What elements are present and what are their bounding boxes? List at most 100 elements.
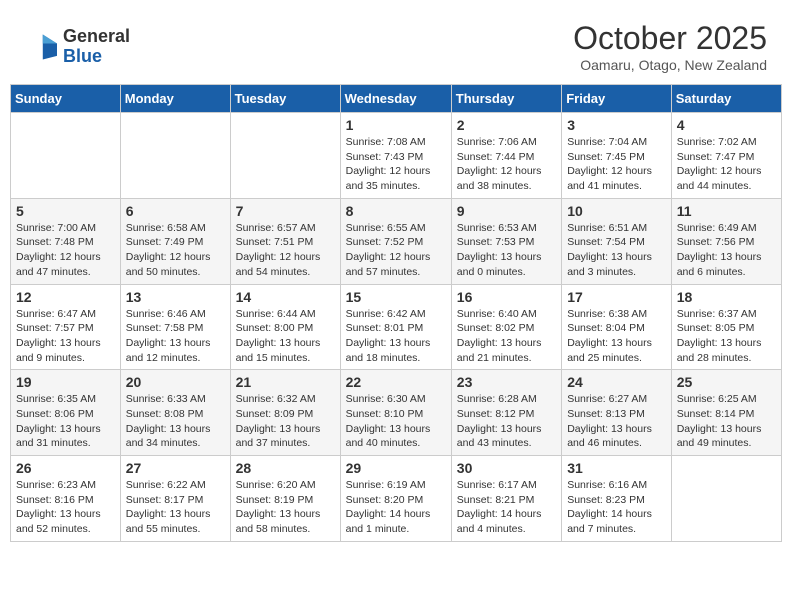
- day-cell: 8 Sunrise: 6:55 AM Sunset: 7:52 PM Daylig…: [340, 198, 451, 284]
- day-info: Sunrise: 6:32 AM Sunset: 8:09 PM Dayligh…: [236, 392, 335, 451]
- day-cell: 6Sunrise: 6:58 AM Sunset: 7:49 PM Daylig…: [120, 198, 230, 284]
- day-info: Sunrise: 6:55 AM Sunset: 7:52 PM Dayligh…: [346, 221, 446, 280]
- day-cell: [230, 113, 340, 199]
- day-cell: 4 Sunrise: 7:02 AM Sunset: 7:47 PM Daylig…: [671, 113, 781, 199]
- week-row-3: 12Sunrise: 6:47 AM Sunset: 7:57 PM Dayli…: [11, 284, 782, 370]
- day-cell: 27 Sunrise: 6:22 AM Sunset: 8:17 PM Dayli…: [120, 456, 230, 542]
- day-cell: 24 Sunrise: 6:27 AM Sunset: 8:13 PM Dayli…: [562, 370, 672, 456]
- day-number: 15: [346, 289, 446, 305]
- day-number: 16: [457, 289, 556, 305]
- day-info: Sunrise: 7:06 AM Sunset: 7:44 PM Dayligh…: [457, 135, 556, 194]
- day-cell: 17 Sunrise: 6:38 AM Sunset: 8:04 PM Dayli…: [562, 284, 672, 370]
- day-number: 13: [126, 289, 225, 305]
- day-cell: 3 Sunrise: 7:04 AM Sunset: 7:45 PM Daylig…: [562, 113, 672, 199]
- day-cell: 12Sunrise: 6:47 AM Sunset: 7:57 PM Dayli…: [11, 284, 121, 370]
- day-number: 2: [457, 117, 556, 133]
- header-wednesday: Wednesday: [340, 85, 451, 113]
- day-cell: 26Sunrise: 6:23 AM Sunset: 8:16 PM Dayli…: [11, 456, 121, 542]
- day-number: 17: [567, 289, 666, 305]
- day-number: 3: [567, 117, 666, 133]
- calendar-table: SundayMondayTuesdayWednesdayThursdayFrid…: [10, 84, 782, 542]
- day-number: 10: [567, 203, 666, 219]
- location-text: Oamaru, Otago, New Zealand: [573, 57, 767, 73]
- week-row-2: 5 Sunrise: 7:00 AM Sunset: 7:48 PM Daylig…: [11, 198, 782, 284]
- day-cell: 10 Sunrise: 6:51 AM Sunset: 7:54 PM Dayli…: [562, 198, 672, 284]
- day-number: 5: [16, 203, 115, 219]
- day-cell: 31Sunrise: 6:16 AM Sunset: 8:23 PM Dayli…: [562, 456, 672, 542]
- day-cell: 14 Sunrise: 6:44 AM Sunset: 8:00 PM Dayli…: [230, 284, 340, 370]
- day-number: 12: [16, 289, 115, 305]
- day-number: 24: [567, 374, 666, 390]
- day-number: 25: [677, 374, 776, 390]
- day-info: Sunrise: 6:44 AM Sunset: 8:00 PM Dayligh…: [236, 307, 335, 366]
- day-info: Sunrise: 7:04 AM Sunset: 7:45 PM Dayligh…: [567, 135, 666, 194]
- day-cell: 25 Sunrise: 6:25 AM Sunset: 8:14 PM Dayli…: [671, 370, 781, 456]
- day-info: Sunrise: 6:30 AM Sunset: 8:10 PM Dayligh…: [346, 392, 446, 451]
- day-info: Sunrise: 7:02 AM Sunset: 7:47 PM Dayligh…: [677, 135, 776, 194]
- day-info: Sunrise: 6:49 AM Sunset: 7:56 PM Dayligh…: [677, 221, 776, 280]
- day-cell: 30 Sunrise: 6:17 AM Sunset: 8:21 PM Dayli…: [451, 456, 561, 542]
- day-cell: 16 Sunrise: 6:40 AM Sunset: 8:02 PM Dayli…: [451, 284, 561, 370]
- day-number: 9: [457, 203, 556, 219]
- day-info: Sunrise: 6:35 AM Sunset: 8:06 PM Dayligh…: [16, 392, 115, 451]
- day-info: Sunrise: 6:51 AM Sunset: 7:54 PM Dayligh…: [567, 221, 666, 280]
- header-friday: Friday: [562, 85, 672, 113]
- day-number: 29: [346, 460, 446, 476]
- day-info: Sunrise: 6:46 AM Sunset: 7:58 PM Dayligh…: [126, 307, 225, 366]
- day-number: 7: [236, 203, 335, 219]
- day-cell: 13 Sunrise: 6:46 AM Sunset: 7:58 PM Dayli…: [120, 284, 230, 370]
- day-cell: 19 Sunrise: 6:35 AM Sunset: 8:06 PM Dayli…: [11, 370, 121, 456]
- day-number: 26: [16, 460, 115, 476]
- day-number: 23: [457, 374, 556, 390]
- logo-text: General Blue: [63, 27, 130, 67]
- header-monday: Monday: [120, 85, 230, 113]
- day-cell: 29Sunrise: 6:19 AM Sunset: 8:20 PM Dayli…: [340, 456, 451, 542]
- day-info: Sunrise: 6:57 AM Sunset: 7:51 PM Dayligh…: [236, 221, 335, 280]
- day-cell: 21Sunrise: 6:32 AM Sunset: 8:09 PM Dayli…: [230, 370, 340, 456]
- header-sunday: Sunday: [11, 85, 121, 113]
- header-thursday: Thursday: [451, 85, 561, 113]
- day-info: Sunrise: 6:38 AM Sunset: 8:04 PM Dayligh…: [567, 307, 666, 366]
- month-title: October 2025: [573, 20, 767, 57]
- day-number: 28: [236, 460, 335, 476]
- day-info: Sunrise: 6:25 AM Sunset: 8:14 PM Dayligh…: [677, 392, 776, 451]
- day-number: 20: [126, 374, 225, 390]
- day-info: Sunrise: 6:40 AM Sunset: 8:02 PM Dayligh…: [457, 307, 556, 366]
- header-saturday: Saturday: [671, 85, 781, 113]
- day-cell: 20 Sunrise: 6:33 AM Sunset: 8:08 PM Dayli…: [120, 370, 230, 456]
- day-info: Sunrise: 6:22 AM Sunset: 8:17 PM Dayligh…: [126, 478, 225, 537]
- day-cell: [120, 113, 230, 199]
- day-info: Sunrise: 7:08 AM Sunset: 7:43 PM Dayligh…: [346, 135, 446, 194]
- day-cell: 11 Sunrise: 6:49 AM Sunset: 7:56 PM Dayli…: [671, 198, 781, 284]
- day-info: Sunrise: 6:58 AM Sunset: 7:49 PM Dayligh…: [126, 221, 225, 280]
- day-number: 11: [677, 203, 776, 219]
- day-cell: 28 Sunrise: 6:20 AM Sunset: 8:19 PM Dayli…: [230, 456, 340, 542]
- day-number: 27: [126, 460, 225, 476]
- week-row-1: 1Sunrise: 7:08 AM Sunset: 7:43 PM Daylig…: [11, 113, 782, 199]
- logo-blue-text: Blue: [63, 47, 130, 67]
- page-header: General Blue October 2025 Oamaru, Otago,…: [10, 10, 782, 78]
- day-cell: 1Sunrise: 7:08 AM Sunset: 7:43 PM Daylig…: [340, 113, 451, 199]
- day-number: 19: [16, 374, 115, 390]
- day-info: Sunrise: 6:27 AM Sunset: 8:13 PM Dayligh…: [567, 392, 666, 451]
- day-info: Sunrise: 6:17 AM Sunset: 8:21 PM Dayligh…: [457, 478, 556, 537]
- day-info: Sunrise: 6:28 AM Sunset: 8:12 PM Dayligh…: [457, 392, 556, 451]
- header-tuesday: Tuesday: [230, 85, 340, 113]
- day-number: 14: [236, 289, 335, 305]
- day-number: 4: [677, 117, 776, 133]
- day-cell: 5 Sunrise: 7:00 AM Sunset: 7:48 PM Daylig…: [11, 198, 121, 284]
- day-info: Sunrise: 6:20 AM Sunset: 8:19 PM Dayligh…: [236, 478, 335, 537]
- day-cell: 18Sunrise: 6:37 AM Sunset: 8:05 PM Dayli…: [671, 284, 781, 370]
- day-cell: 22 Sunrise: 6:30 AM Sunset: 8:10 PM Dayli…: [340, 370, 451, 456]
- day-cell: [11, 113, 121, 199]
- day-info: Sunrise: 6:16 AM Sunset: 8:23 PM Dayligh…: [567, 478, 666, 537]
- day-info: Sunrise: 7:00 AM Sunset: 7:48 PM Dayligh…: [16, 221, 115, 280]
- logo-icon: [25, 31, 57, 63]
- day-cell: 2 Sunrise: 7:06 AM Sunset: 7:44 PM Daylig…: [451, 113, 561, 199]
- day-number: 8: [346, 203, 446, 219]
- day-info: Sunrise: 6:33 AM Sunset: 8:08 PM Dayligh…: [126, 392, 225, 451]
- logo: General Blue: [25, 27, 130, 67]
- day-number: 30: [457, 460, 556, 476]
- day-number: 22: [346, 374, 446, 390]
- day-cell: 7 Sunrise: 6:57 AM Sunset: 7:51 PM Daylig…: [230, 198, 340, 284]
